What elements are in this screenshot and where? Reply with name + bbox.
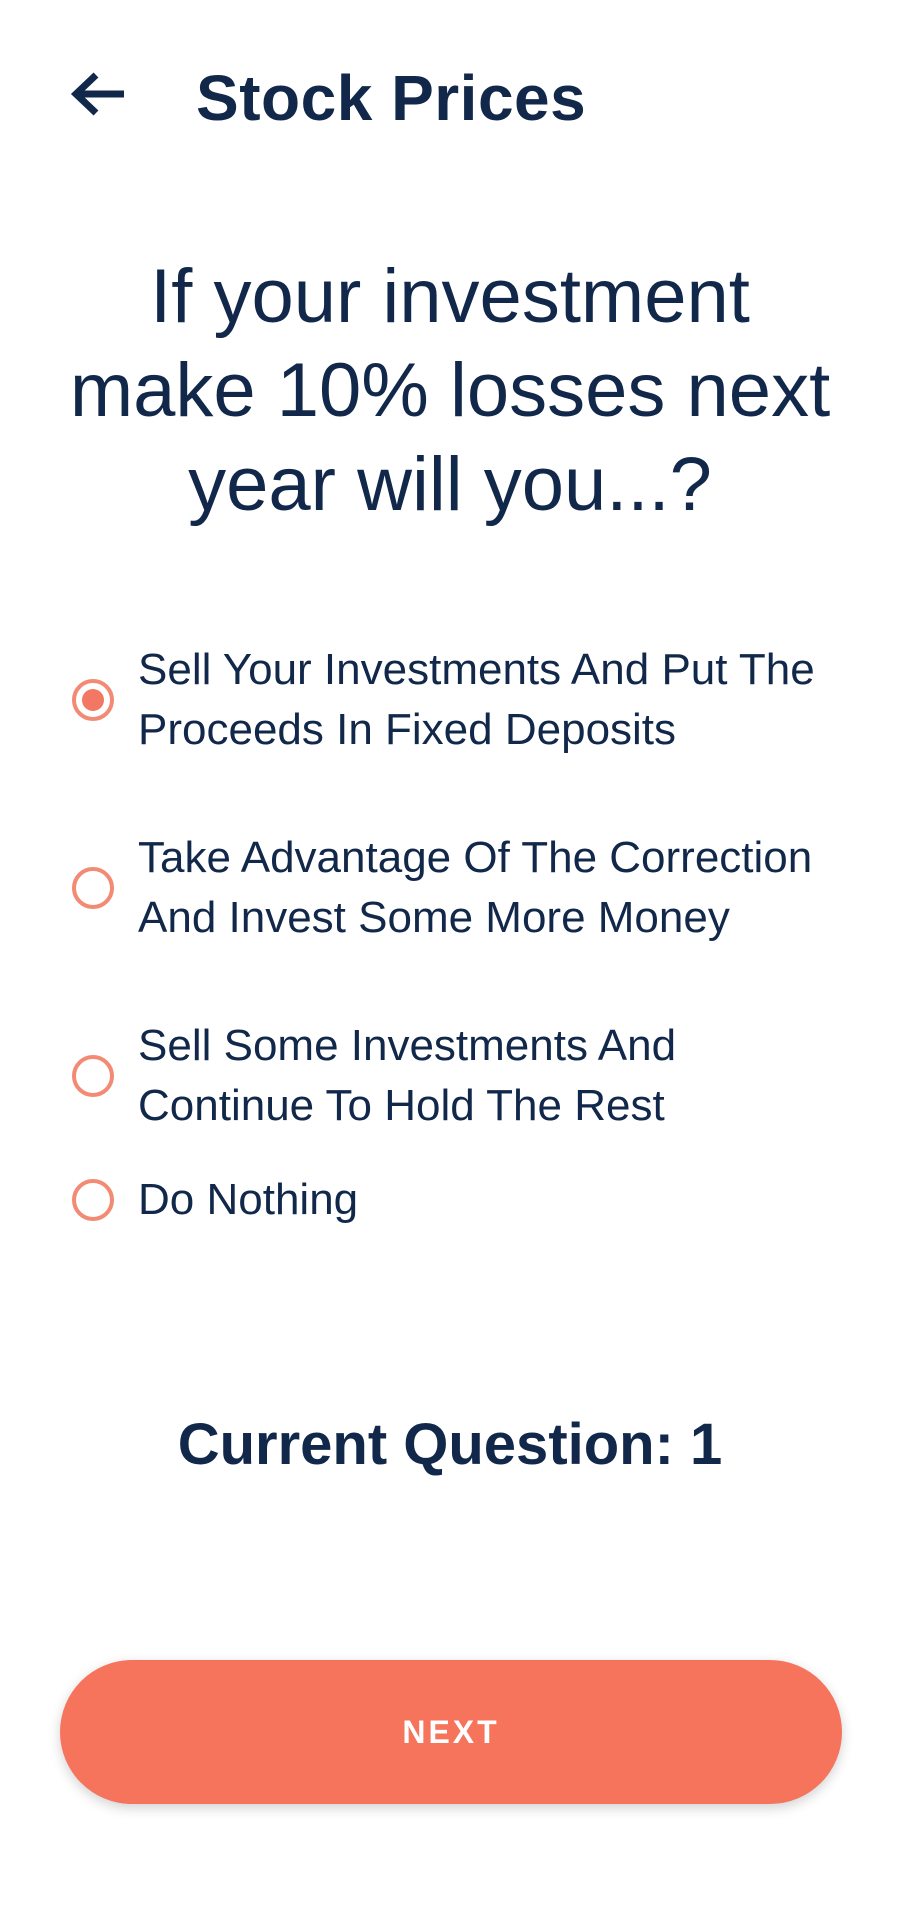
back-button[interactable]	[62, 58, 134, 130]
radio-unselected-icon[interactable]	[72, 1055, 114, 1097]
option-label: Sell Some Investments And Continue To Ho…	[138, 1021, 677, 1130]
radio-unselected-icon[interactable]	[72, 1179, 114, 1221]
radio-selected-icon[interactable]	[72, 679, 114, 721]
header: Stock Prices	[0, 0, 900, 200]
option-label: Do Nothing	[138, 1175, 359, 1224]
page-title: Stock Prices	[196, 62, 587, 134]
option-sell-investments[interactable]: Sell Your Investments And Put The Procee…	[72, 640, 838, 760]
option-label: Take Advantage Of The Correction And Inv…	[138, 833, 813, 942]
question-text: If your investment make 10% losses next …	[69, 254, 831, 527]
next-button-label: NEXT	[402, 1713, 500, 1750]
arrow-left-icon	[68, 69, 128, 119]
option-label: Sell Your Investments And Put The Procee…	[138, 645, 815, 754]
current-question-indicator: Current Question: 1	[177, 1412, 723, 1477]
option-do-nothing[interactable]: Do Nothing	[72, 1170, 838, 1230]
option-sell-some[interactable]: Sell Some Investments And Continue To Ho…	[72, 1016, 838, 1136]
next-button[interactable]: NEXT	[60, 1660, 842, 1804]
radio-unselected-icon[interactable]	[72, 867, 114, 909]
option-take-advantage[interactable]: Take Advantage Of The Correction And Inv…	[72, 828, 838, 948]
